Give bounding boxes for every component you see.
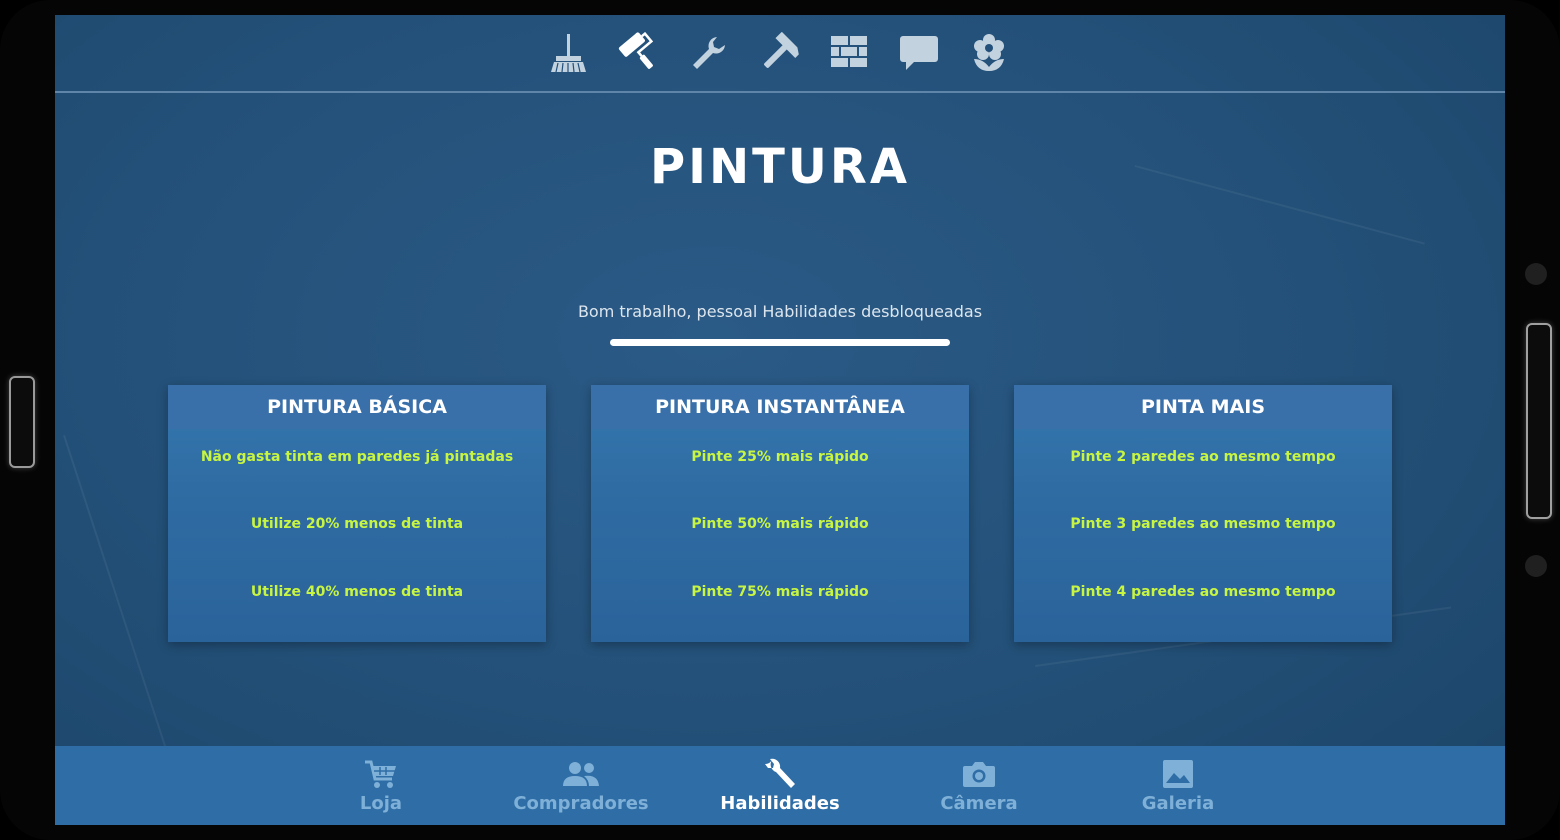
- nav-compradores[interactable]: Compradores: [501, 746, 661, 825]
- card-title: PINTURA BÁSICA: [168, 385, 546, 429]
- cart-icon: [364, 758, 398, 790]
- camera-icon: [962, 758, 996, 790]
- people-icon: [562, 758, 600, 790]
- broom-icon[interactable]: [547, 31, 591, 75]
- nav-label: Galeria: [1141, 793, 1215, 814]
- image-icon: [1162, 758, 1194, 790]
- card-title: PINTA MAIS: [1014, 385, 1392, 429]
- nav-label: Loja: [359, 793, 403, 814]
- skill-item: Pinte 25% mais rápido: [691, 449, 869, 465]
- skill-item: Pinte 75% mais rápido: [691, 584, 869, 600]
- card-title: PINTURA INSTANTÂNEA: [591, 385, 969, 429]
- speech-bubble-icon[interactable]: [897, 31, 941, 75]
- nav-habilidades[interactable]: Habilidades: [700, 746, 860, 825]
- skill-item: Utilize 20% menos de tinta: [250, 516, 464, 532]
- flower-icon[interactable]: [967, 31, 1011, 75]
- paint-roller-icon[interactable]: [617, 31, 661, 75]
- skill-item: Pinte 2 paredes ao mesmo tempo: [1070, 449, 1336, 465]
- device-volume-button: [1526, 323, 1552, 519]
- unlock-progress-bar: [610, 339, 950, 346]
- bottom-navigation: Loja Compradores Habilidades Câmera Gale…: [55, 746, 1505, 825]
- nav-label: Habilidades: [720, 793, 840, 814]
- skill-item: Utilize 40% menos de tinta: [250, 584, 464, 600]
- skill-card-basic: PINTURA BÁSICA Não gasta tinta em parede…: [168, 385, 546, 642]
- skill-item: Pinte 4 paredes ao mesmo tempo: [1070, 584, 1336, 600]
- wrench-icon: [763, 758, 797, 790]
- skill-card-more: PINTA MAIS Pinte 2 paredes ao mesmo temp…: [1014, 385, 1392, 642]
- device-sensor: [1525, 555, 1547, 577]
- device-sensor: [1525, 263, 1547, 285]
- nav-galeria[interactable]: Galeria: [1098, 746, 1258, 825]
- status-message: Bom trabalho, pessoal Habilidades desblo…: [577, 302, 983, 321]
- device-side-button: [9, 376, 35, 468]
- device-frame: PINTURA Bom trabalho, pessoal Habilidade…: [0, 0, 1560, 840]
- skill-card-instant: PINTURA INSTANTÂNEA Pinte 25% mais rápid…: [591, 385, 969, 642]
- tool-category-bar: [55, 15, 1505, 93]
- bricks-icon[interactable]: [827, 31, 871, 75]
- game-screen: PINTURA Bom trabalho, pessoal Habilidade…: [55, 15, 1505, 825]
- hammer-icon[interactable]: [757, 31, 801, 75]
- nav-loja[interactable]: Loja: [301, 746, 461, 825]
- nav-camera[interactable]: Câmera: [899, 746, 1059, 825]
- nav-label: Compradores: [513, 793, 649, 814]
- page-title: PINTURA: [649, 139, 911, 195]
- wrench-icon[interactable]: [687, 31, 731, 75]
- nav-label: Câmera: [940, 793, 1018, 814]
- skill-item: Pinte 3 paredes ao mesmo tempo: [1070, 516, 1336, 532]
- skill-item: Pinte 50% mais rápido: [691, 516, 869, 532]
- skill-item: Não gasta tinta em paredes já pintadas: [200, 449, 514, 465]
